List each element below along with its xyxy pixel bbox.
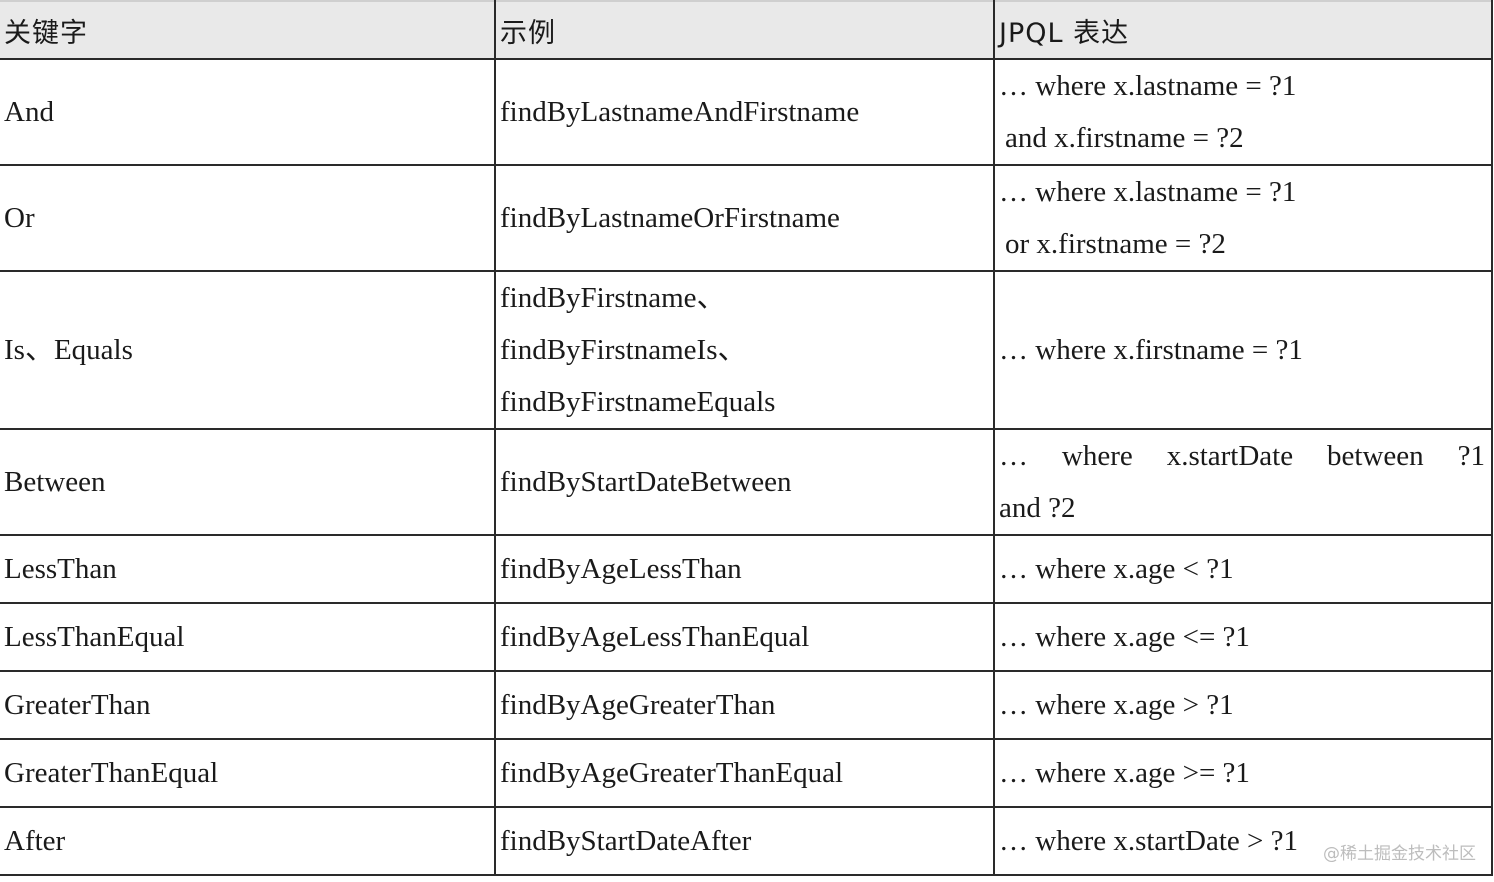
- table-row: Between findByStartDateBetween … where x…: [0, 428, 1493, 536]
- cell-keyword: And: [0, 58, 496, 166]
- table-row: GreaterThan findByAgeGreaterThan … where…: [0, 670, 1493, 740]
- table-row: After findByStartDateAfter … where x.sta…: [0, 806, 1493, 876]
- jpql-line: or x.firstname = ?2: [1005, 228, 1226, 260]
- cell-jpql: … where x.firstname = ?1: [993, 270, 1493, 430]
- jpql-word: x.startDate: [1166, 440, 1294, 472]
- jpql-line-justified: … where x.startDate between ?1: [999, 431, 1487, 482]
- jpql-line: … where x.lastname = ?1: [999, 70, 1297, 102]
- table-row: LessThan findByAgeLessThan … where x.age…: [0, 534, 1493, 604]
- cell-example: findByAgeLessThanEqual: [494, 602, 995, 672]
- example-line: findByLastnameAndFirstname: [500, 96, 860, 128]
- table-row: Or findByLastnameOrFirstname … where x.l…: [0, 164, 1493, 272]
- example-line: findByAgeLessThan: [500, 553, 742, 585]
- example-line: findByFirstnameEquals: [500, 386, 776, 418]
- cell-keyword: After: [0, 806, 496, 876]
- jpql-line: and x.firstname = ?2: [1005, 122, 1244, 154]
- header-keyword: 关键字: [0, 0, 496, 60]
- cell-jpql: … where x.lastname = ?1 and x.firstname …: [993, 58, 1493, 166]
- cell-jpql: … where x.age < ?1: [993, 534, 1493, 604]
- jpql-line: … where x.age >= ?1: [999, 757, 1250, 789]
- cell-jpql: … where x.lastname = ?1 or x.firstname =…: [993, 164, 1493, 272]
- jpql-line: … where x.lastname = ?1: [999, 176, 1297, 208]
- jpql-keyword-table: 关键字 示例 JPQL 表达 And findByLastnameAndFirs…: [0, 0, 1493, 876]
- example-line: findByLastnameOrFirstname: [500, 202, 840, 234]
- header-example: 示例: [494, 0, 995, 60]
- jpql-line: … where x.age <= ?1: [999, 621, 1250, 653]
- jpql-line: and ?2: [999, 492, 1076, 524]
- table-row: Is、Equals findByFirstname、 findByFirstna…: [0, 270, 1493, 430]
- table-row: LessThanEqual findByAgeLessThanEqual … w…: [0, 602, 1493, 672]
- jpql-word: where: [1061, 440, 1133, 472]
- cell-example: findByLastnameAndFirstname: [494, 58, 995, 166]
- cell-jpql: … where x.age > ?1: [993, 670, 1493, 740]
- jpql-word: …: [999, 440, 1028, 472]
- table-row: And findByLastnameAndFirstname … where x…: [0, 58, 1493, 166]
- cell-keyword: LessThanEqual: [0, 602, 496, 672]
- watermark: @稀土掘金技术社区: [1321, 839, 1478, 864]
- cell-keyword: Is、Equals: [0, 270, 496, 430]
- table-row: GreaterThanEqual findByAgeGreaterThanEqu…: [0, 738, 1493, 808]
- cell-keyword: LessThan: [0, 534, 496, 604]
- jpql-line: … where x.firstname = ?1: [999, 334, 1303, 366]
- example-line: findByFirstname、: [500, 282, 726, 314]
- cell-keyword: Between: [0, 428, 496, 536]
- jpql-line: … where x.age < ?1: [999, 553, 1234, 585]
- cell-keyword: GreaterThan: [0, 670, 496, 740]
- example-line: findByFirstnameIs、: [500, 334, 747, 366]
- example-line: findByStartDateBetween: [500, 466, 792, 498]
- example-line: findByStartDateAfter: [500, 825, 752, 857]
- example-line: findByAgeGreaterThanEqual: [500, 757, 844, 789]
- cell-jpql: … where x.age >= ?1: [993, 738, 1493, 808]
- cell-example: findByFirstname、 findByFirstnameIs、 find…: [494, 270, 995, 430]
- cell-keyword: GreaterThanEqual: [0, 738, 496, 808]
- table-header-row: 关键字 示例 JPQL 表达: [0, 0, 1493, 60]
- cell-jpql: … where x.startDate between ?1 and ?2: [993, 428, 1493, 536]
- cell-example: findByLastnameOrFirstname: [494, 164, 995, 272]
- cell-example: findByAgeGreaterThan: [494, 670, 995, 740]
- cell-example: findByStartDateAfter: [494, 806, 995, 876]
- cell-example: findByAgeGreaterThanEqual: [494, 738, 995, 808]
- jpql-word: between: [1327, 440, 1424, 472]
- jpql-word: ?1: [1457, 440, 1485, 472]
- document-page: 关键字 示例 JPQL 表达 And findByLastnameAndFirs…: [0, 0, 1494, 882]
- cell-keyword: Or: [0, 164, 496, 272]
- header-jpql: JPQL 表达: [993, 0, 1493, 60]
- cell-example: findByStartDateBetween: [494, 428, 995, 536]
- jpql-line: … where x.age > ?1: [999, 689, 1234, 721]
- cell-example: findByAgeLessThan: [494, 534, 995, 604]
- example-line: findByAgeLessThanEqual: [500, 621, 810, 653]
- cell-jpql: … where x.age <= ?1: [993, 602, 1493, 672]
- example-line: findByAgeGreaterThan: [500, 689, 776, 721]
